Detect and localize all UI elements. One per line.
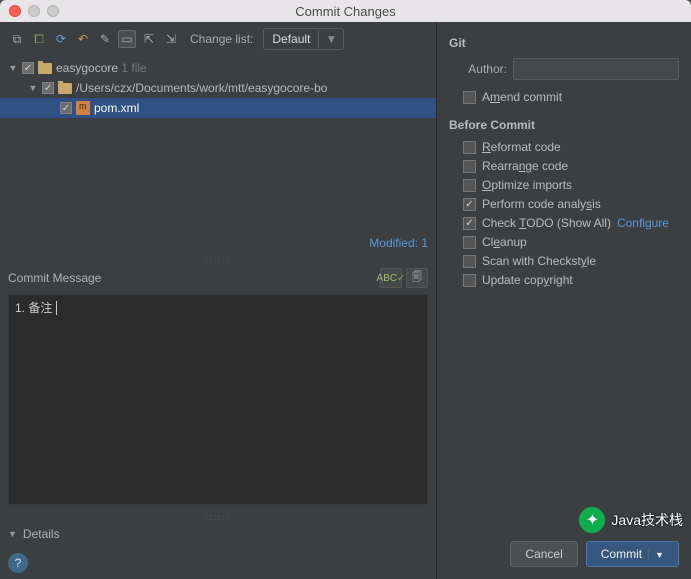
- option-label: Scan with Checkstyle: [482, 254, 596, 268]
- before-commit-option[interactable]: Cleanup: [463, 235, 679, 249]
- changes-tree[interactable]: ▼ easygocore 1 file ▼ /Users/czx/Documen…: [0, 56, 436, 256]
- before-commit-option[interactable]: Update copyright: [463, 273, 679, 287]
- show-diff-icon[interactable]: ⧉: [8, 30, 26, 48]
- options-panel: Git Author: Amend commit Before Commit R…: [437, 22, 691, 579]
- before-commit-option[interactable]: Optimize imports: [463, 178, 679, 192]
- commit-button[interactable]: Commit▼: [586, 541, 679, 567]
- splitter-handle[interactable]: ::::::: [0, 513, 436, 521]
- commit-message-label: Commit Message: [8, 271, 101, 285]
- toolbar: ⧉ ⧠ ⟳ ↶ ✎ ▭ ⇱ ⇲ Change list: Default ▼: [0, 22, 436, 56]
- before-commit-option[interactable]: Reformat code: [463, 140, 679, 154]
- tree-root[interactable]: ▼ easygocore 1 file: [0, 58, 436, 78]
- option-label: Cleanup: [482, 235, 527, 249]
- checkbox[interactable]: [463, 217, 476, 230]
- checkbox[interactable]: [463, 274, 476, 287]
- amend-label: Amend commit: [482, 90, 562, 104]
- checkbox[interactable]: [60, 102, 72, 114]
- tree-path[interactable]: ▼ /Users/czx/Documents/work/mtt/easygoco…: [0, 78, 436, 98]
- checkbox[interactable]: [463, 179, 476, 192]
- commit-message-input[interactable]: 1. 备注: [8, 294, 428, 505]
- details-label: Details: [23, 527, 60, 541]
- checkbox[interactable]: [463, 236, 476, 249]
- checkbox[interactable]: [463, 198, 476, 211]
- window-titlebar: Commit Changes: [0, 0, 691, 22]
- checkbox[interactable]: [463, 160, 476, 173]
- before-commit-option[interactable]: Rearrange code: [463, 159, 679, 173]
- changelist-value: Default: [264, 29, 318, 49]
- chevron-down-icon[interactable]: ▼: [648, 550, 664, 560]
- folder-icon: [58, 83, 72, 94]
- splitter-handle[interactable]: ::::::: [0, 256, 436, 264]
- window-title: Commit Changes: [0, 4, 691, 19]
- author-label: Author:: [449, 62, 507, 76]
- collapse-icon[interactable]: ▼: [8, 63, 18, 73]
- folder-icon: [38, 63, 52, 74]
- expand-icon: ▼: [8, 529, 17, 539]
- amend-commit-checkbox[interactable]: Amend commit: [463, 90, 679, 104]
- tree-file[interactable]: pom.xml: [0, 98, 436, 118]
- collapse-all-icon[interactable]: ⇲: [162, 30, 180, 48]
- author-input[interactable]: [513, 58, 679, 80]
- group-by-directory-icon[interactable]: ▭: [118, 30, 136, 48]
- before-commit-option[interactable]: Scan with Checkstyle: [463, 254, 679, 268]
- option-label: Rearrange code: [482, 159, 568, 173]
- edit-icon[interactable]: ✎: [96, 30, 114, 48]
- cancel-button[interactable]: Cancel: [510, 541, 577, 567]
- option-label: Check TODO (Show All): [482, 216, 611, 230]
- expand-all-icon[interactable]: ⇱: [140, 30, 158, 48]
- changelist-select[interactable]: Default ▼: [263, 28, 344, 50]
- revert-icon[interactable]: ↶: [74, 30, 92, 48]
- details-toggle[interactable]: ▼ Details: [0, 521, 436, 547]
- refresh-icon[interactable]: ⟳: [52, 30, 70, 48]
- checkbox[interactable]: [463, 141, 476, 154]
- maven-file-icon: [76, 101, 90, 115]
- configure-link[interactable]: Configure: [617, 216, 669, 230]
- collapse-icon[interactable]: ▼: [28, 83, 38, 93]
- tree-path-label: /Users/czx/Documents/work/mtt/easygocore…: [76, 81, 327, 95]
- checkbox[interactable]: [463, 91, 476, 104]
- chevron-down-icon[interactable]: ▼: [318, 30, 343, 48]
- modified-count: Modified: 1: [369, 236, 428, 250]
- option-label: Optimize imports: [482, 178, 572, 192]
- checkbox[interactable]: [22, 62, 34, 74]
- tree-file-label: pom.xml: [94, 101, 139, 115]
- new-changelist-icon[interactable]: ⧠: [30, 30, 48, 48]
- before-commit-option[interactable]: Perform code analysis: [463, 197, 679, 211]
- before-commit-option[interactable]: Check TODO (Show All) Configure: [463, 216, 679, 230]
- checkbox[interactable]: [463, 255, 476, 268]
- checkbox[interactable]: [42, 82, 54, 94]
- changelist-label: Change list:: [190, 32, 253, 46]
- spellcheck-button[interactable]: ABC✓: [380, 268, 402, 288]
- tree-root-label: easygocore 1 file: [56, 61, 147, 75]
- help-button[interactable]: ?: [8, 553, 28, 573]
- option-label: Reformat code: [482, 140, 561, 154]
- history-button[interactable]: 🗐: [406, 268, 428, 288]
- before-commit-title: Before Commit: [449, 118, 679, 132]
- vcs-title: Git: [449, 36, 679, 50]
- option-label: Perform code analysis: [482, 197, 601, 211]
- option-label: Update copyright: [482, 273, 573, 287]
